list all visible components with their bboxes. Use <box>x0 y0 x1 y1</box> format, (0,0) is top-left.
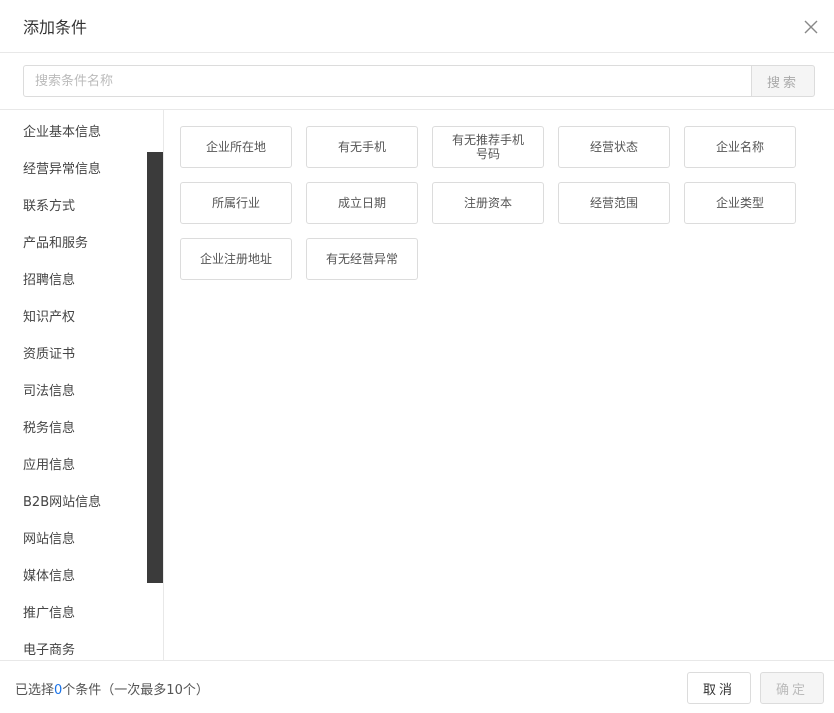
condition-option[interactable]: 经营状态 <box>558 126 670 168</box>
status-prefix: 已选择 <box>15 683 55 698</box>
condition-option[interactable]: 经营范围 <box>558 182 670 224</box>
sidebar-scrollbar-thumb[interactable] <box>147 152 163 583</box>
confirm-button[interactable]: 确定 <box>760 672 824 704</box>
sidebar-item[interactable]: 应用信息 <box>23 454 75 473</box>
sidebar-item[interactable]: 媒体信息 <box>23 565 75 584</box>
dialog-header: 添加条件 <box>0 0 834 53</box>
add-condition-dialog: 添加条件 搜索 企业基本信息 经营异常信息 联系方式 产品和服务 招聘信息 知识… <box>0 0 834 712</box>
sidebar-item[interactable]: 招聘信息 <box>23 269 75 288</box>
selection-status: 已选择0个条件（一次最多10个） <box>15 679 209 698</box>
condition-option[interactable]: 成立日期 <box>306 182 418 224</box>
sidebar-item[interactable]: 司法信息 <box>23 380 75 399</box>
sidebar-item[interactable]: 经营异常信息 <box>23 158 101 177</box>
condition-option[interactable]: 所属行业 <box>180 182 292 224</box>
condition-option[interactable]: 有无手机 <box>306 126 418 168</box>
category-sidebar: 企业基本信息 经营异常信息 联系方式 产品和服务 招聘信息 知识产权 资质证书 … <box>0 110 164 660</box>
condition-option[interactable]: 有无经营异常 <box>306 238 418 280</box>
condition-option[interactable]: 企业注册地址 <box>180 238 292 280</box>
condition-option[interactable]: 注册资本 <box>432 182 544 224</box>
sidebar-item[interactable]: 税务信息 <box>23 417 75 436</box>
condition-option[interactable]: 企业类型 <box>684 182 796 224</box>
search-button[interactable]: 搜索 <box>751 65 815 97</box>
sidebar-item[interactable]: 资质证书 <box>23 343 75 362</box>
sidebar-item[interactable]: 产品和服务 <box>23 232 88 251</box>
sidebar-item[interactable]: 网站信息 <box>23 528 75 547</box>
sidebar-item[interactable]: 电子商务 <box>23 639 75 658</box>
sidebar-item[interactable]: 知识产权 <box>23 306 75 325</box>
sidebar-item[interactable]: 推广信息 <box>23 602 75 621</box>
close-button[interactable] <box>798 14 824 40</box>
status-suffix: 个条件（一次最多10个） <box>62 683 209 698</box>
condition-option[interactable]: 企业所在地 <box>180 126 292 168</box>
cancel-button[interactable]: 取消 <box>687 672 751 704</box>
close-icon <box>804 20 818 34</box>
condition-option[interactable]: 企业名称 <box>684 126 796 168</box>
condition-options: 企业所在地 有无手机 有无推荐手机号码 经营状态 企业名称 所属行业 成立日期 … <box>164 110 834 660</box>
search-input[interactable] <box>23 65 764 97</box>
sidebar-item[interactable]: 企业基本信息 <box>23 121 101 140</box>
dialog-title: 添加条件 <box>23 18 88 37</box>
condition-option[interactable]: 有无推荐手机号码 <box>432 126 544 168</box>
dialog-footer: 已选择0个条件（一次最多10个） 取消 确定 <box>0 660 834 713</box>
sidebar-item[interactable]: B2B网站信息 <box>23 491 101 510</box>
sidebar-item[interactable]: 联系方式 <box>23 195 75 214</box>
search-bar: 搜索 <box>23 65 815 97</box>
